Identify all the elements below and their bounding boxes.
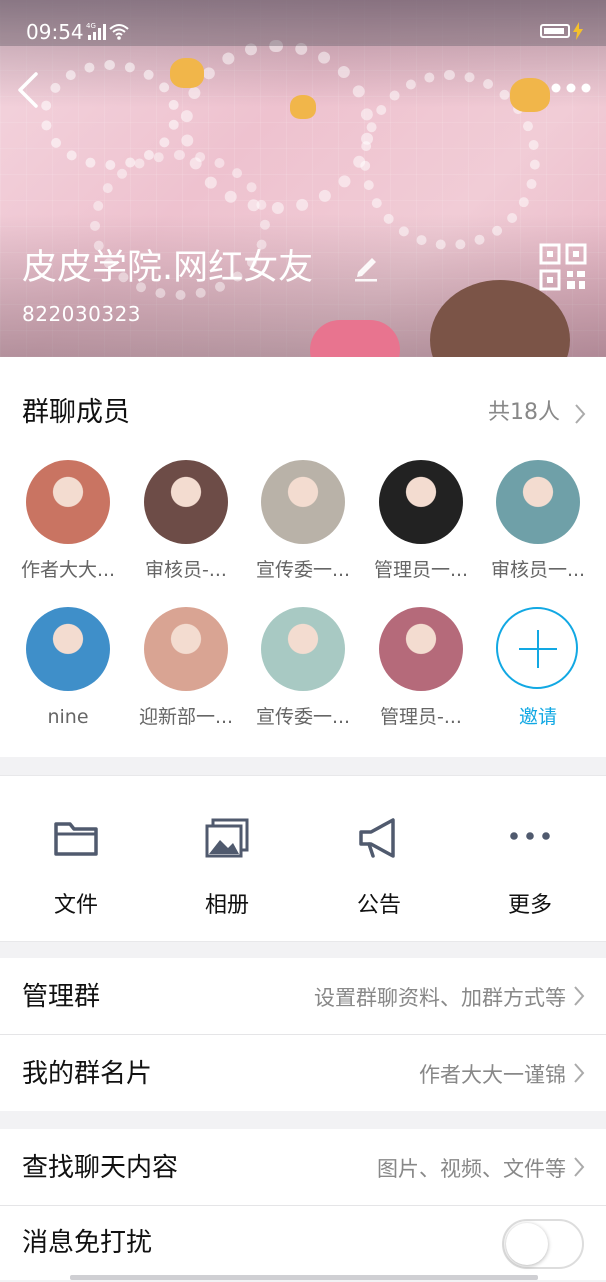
member-avatar[interactable] — [144, 607, 228, 691]
folder-icon[interactable] — [52, 816, 100, 862]
member-name: nine — [47, 706, 89, 728]
member-count[interactable]: 共18人 — [488, 399, 560, 427]
member-avatar[interactable] — [379, 460, 463, 544]
member-avatar[interactable] — [26, 607, 110, 691]
more-label[interactable]: 更多 — [470, 891, 590, 921]
member-avatar[interactable] — [379, 607, 463, 691]
group-id: 822030323 — [22, 302, 142, 326]
member-avatar[interactable] — [261, 607, 345, 691]
more-dots-icon[interactable] — [506, 816, 554, 862]
member-name: 审核员一... — [490, 559, 586, 581]
member-avatar[interactable] — [144, 460, 228, 544]
cat-sticker — [170, 58, 204, 88]
chevron-right-icon — [574, 1157, 585, 1177]
header-decoration — [310, 320, 400, 357]
search-history-label: 查找聊天内容 — [22, 1153, 179, 1183]
files-label[interactable]: 文件 — [16, 891, 136, 921]
invite-plus-icon[interactable] — [496, 607, 578, 689]
manage-group-value: 设置群聊资料、加群方式等 — [314, 986, 566, 1010]
announcement-label[interactable]: 公告 — [319, 891, 439, 921]
quick-actions: 文件 相册 公告 更多 — [0, 775, 606, 942]
chevron-right-icon — [574, 1063, 585, 1083]
toggle-knob — [506, 1223, 548, 1265]
member-name: 管理员-... — [380, 706, 462, 728]
member-name: 宣传委一... — [255, 559, 351, 581]
back-arrow-icon[interactable] — [12, 70, 42, 110]
members-section: 群聊成员 共18人 作者大大... 审核员-... 宣传委一... 管理员一..… — [0, 357, 606, 757]
wifi-icon — [109, 24, 129, 40]
cat-sticker — [510, 78, 550, 112]
settings-list-2: 查找聊天内容 图片、视频、文件等 消息免打扰 — [0, 1129, 606, 1280]
battery-icon — [540, 24, 570, 38]
group-card-value: 作者大大一谨锦 — [419, 1063, 566, 1087]
member-name: 迎新部一... — [138, 706, 234, 728]
member-avatar[interactable] — [26, 460, 110, 544]
gesture-bar — [70, 1275, 538, 1280]
group-card-label: 我的群名片 — [22, 1059, 153, 1089]
album-icon[interactable] — [203, 816, 251, 862]
group-name: 皮皮学院.网红女友 — [22, 248, 314, 288]
chevron-right-icon — [574, 986, 585, 1006]
chevron-right-icon[interactable] — [574, 403, 586, 425]
status-bar: 09:54 4G — [0, 0, 606, 46]
members-title: 群聊成员 — [22, 397, 130, 428]
header-decoration — [430, 280, 570, 357]
group-header: 09:54 4G 皮皮学院.网红女友 822030323 — [0, 0, 606, 357]
charging-icon — [573, 22, 583, 40]
album-label[interactable]: 相册 — [167, 891, 287, 921]
manage-group-label: 管理群 — [22, 982, 101, 1012]
qr-code-icon[interactable] — [539, 243, 587, 291]
group-card-row[interactable]: 我的群名片 作者大大一谨锦 — [0, 1035, 606, 1111]
search-history-value: 图片、视频、文件等 — [377, 1157, 566, 1181]
mute-toggle[interactable] — [502, 1219, 584, 1269]
status-time: 09:54 — [26, 20, 84, 44]
search-history-row[interactable]: 查找聊天内容 图片、视频、文件等 — [0, 1129, 606, 1205]
cat-sticker — [290, 95, 316, 119]
mute-label: 消息免打扰 — [22, 1228, 153, 1258]
more-options-icon[interactable] — [550, 78, 592, 98]
manage-group-row[interactable]: 管理群 设置群聊资料、加群方式等 — [0, 958, 606, 1034]
invite-label[interactable]: 邀请 — [480, 705, 596, 729]
member-avatar[interactable] — [261, 460, 345, 544]
megaphone-icon[interactable] — [355, 816, 403, 862]
signal-icon: 4G — [86, 22, 106, 40]
svg-text:4G: 4G — [86, 22, 96, 30]
member-name: 管理员一... — [373, 559, 469, 581]
settings-list-1: 管理群 设置群聊资料、加群方式等 我的群名片 作者大大一谨锦 — [0, 958, 606, 1111]
member-name: 宣传委一... — [255, 706, 351, 728]
member-name: 作者大大... — [20, 559, 116, 581]
edit-pencil-icon[interactable] — [352, 252, 380, 282]
member-avatar[interactable] — [496, 460, 580, 544]
member-name: 审核员-... — [145, 559, 227, 581]
